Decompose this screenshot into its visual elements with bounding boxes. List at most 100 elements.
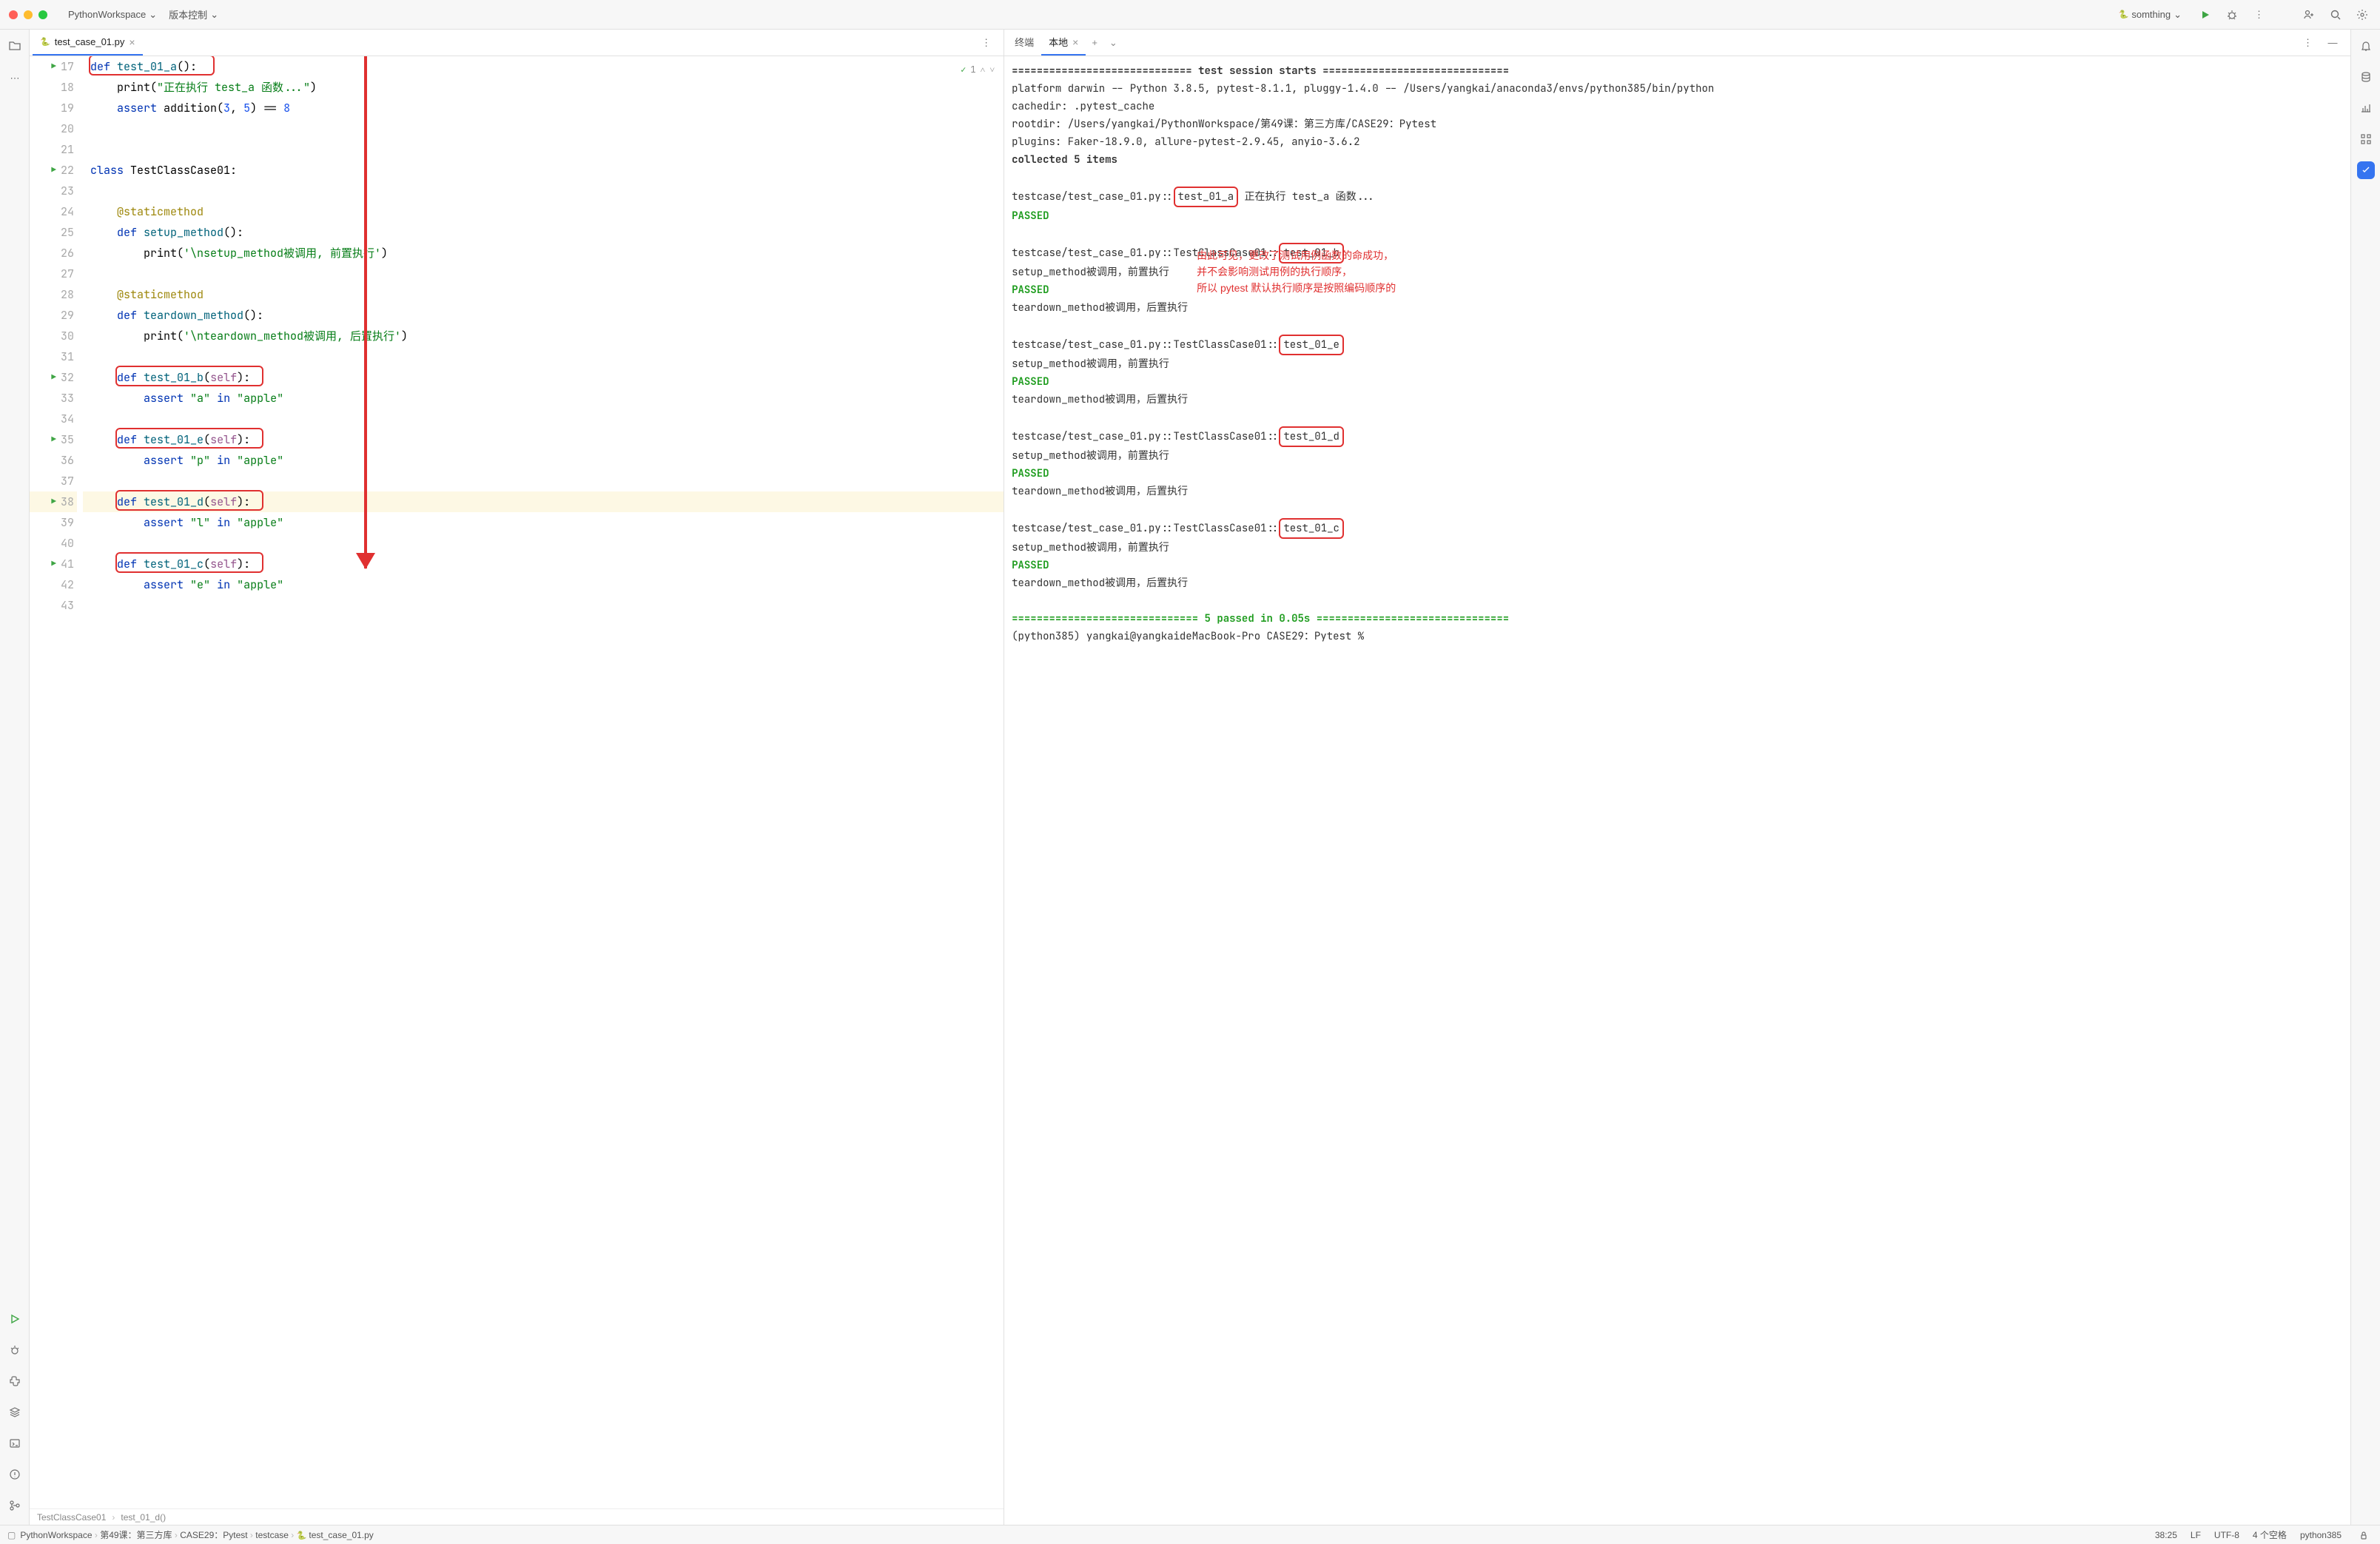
run-gutter-icon[interactable]: ▶ xyxy=(51,429,56,450)
editor-tab-bar: 🐍 test_case_01.py × ⋮ xyxy=(30,30,1004,56)
code-line[interactable]: @staticmethod xyxy=(83,201,1004,222)
breadcrumb-item[interactable]: test_01_d() xyxy=(121,1512,166,1523)
project-dropdown[interactable]: PythonWorkspace ⌄ xyxy=(62,6,163,24)
code-line[interactable]: assert "a" in "apple" xyxy=(83,388,1004,409)
run-tool-button[interactable] xyxy=(6,1310,24,1328)
run-gutter-icon[interactable]: ▶ xyxy=(51,491,56,512)
code-line[interactable] xyxy=(83,118,1004,139)
python-console-button[interactable] xyxy=(6,1372,24,1390)
interpreter[interactable]: python385 xyxy=(2300,1530,2342,1540)
code-line[interactable]: def test_01_e(self): xyxy=(83,429,1004,450)
editor-tab[interactable]: 🐍 test_case_01.py × xyxy=(33,30,143,56)
code-editor[interactable]: ▶1718192021▶22232425262728293031▶323334▶… xyxy=(30,56,1004,1508)
code-line[interactable]: @staticmethod xyxy=(83,284,1004,305)
debug-tool-button[interactable] xyxy=(6,1341,24,1359)
terminal-output[interactable]: 由此可见，更改了测试用例函数的命成功， 并不会影响测试用例的执行顺序， 所以 p… xyxy=(1004,56,2350,1525)
code-line[interactable] xyxy=(83,533,1004,554)
code-line[interactable] xyxy=(83,139,1004,160)
gutter-line: 31 xyxy=(30,346,77,367)
file-encoding[interactable]: UTF-8 xyxy=(2214,1530,2239,1540)
status-crumb[interactable]: 🐍 test_case_01.py xyxy=(297,1530,374,1540)
terminal-line: cachedir: .pytest_cache xyxy=(1012,98,2343,115)
code-line[interactable]: assert "p" in "apple" xyxy=(83,450,1004,471)
gutter-line: ▶22 xyxy=(30,160,77,181)
terminal-line xyxy=(1012,409,2343,426)
problems-button[interactable] xyxy=(6,1466,24,1483)
line-separator[interactable]: LF xyxy=(2191,1530,2201,1540)
close-window-button[interactable] xyxy=(9,10,18,19)
code-line[interactable] xyxy=(83,409,1004,429)
close-tab-button[interactable]: × xyxy=(1072,36,1078,48)
status-crumb[interactable]: testcase xyxy=(255,1530,289,1540)
code-line[interactable] xyxy=(83,181,1004,201)
code-line[interactable] xyxy=(83,346,1004,367)
code-line[interactable]: assert "l" in "apple" xyxy=(83,512,1004,533)
indent-setting[interactable]: 4 个空格 xyxy=(2253,1528,2287,1541)
sciview-button[interactable] xyxy=(2357,99,2375,117)
code-line[interactable]: print('\nteardown_method被调用, 后置执行') xyxy=(83,326,1004,346)
terminal-line: PASSED xyxy=(1012,207,2343,225)
run-button[interactable] xyxy=(2196,6,2214,24)
status-crumb[interactable]: CASE29：Pytest xyxy=(180,1530,247,1540)
terminal-line xyxy=(1012,169,2343,187)
run-gutter-icon[interactable]: ▶ xyxy=(51,367,56,388)
code-line[interactable]: assert addition(3, 5) == 8 xyxy=(83,98,1004,118)
gutter-line: ▶35 xyxy=(30,429,77,450)
code-line[interactable]: print("正在执行 test_a 函数...") xyxy=(83,77,1004,98)
services-button[interactable] xyxy=(6,1403,24,1421)
code-line[interactable]: def test_01_a(): xyxy=(83,56,1004,77)
terminal-line: PASSED xyxy=(1012,373,2343,391)
code-line[interactable]: def test_01_c(self): xyxy=(83,554,1004,574)
terminal-more-button[interactable]: ⋮ xyxy=(2299,34,2316,52)
chevron-down-icon: ⌄ xyxy=(2174,9,2182,21)
run-gutter-icon[interactable]: ▶ xyxy=(51,56,56,77)
terminal-tool-button[interactable] xyxy=(6,1434,24,1452)
code-line[interactable]: def teardown_method(): xyxy=(83,305,1004,326)
structure-button[interactable] xyxy=(2357,130,2375,148)
tab-more-button[interactable]: ⋮ xyxy=(977,34,995,52)
tab-dropdown-button[interactable]: ⌄ xyxy=(1103,37,1123,49)
minimize-window-button[interactable] xyxy=(24,10,33,19)
vcs-dropdown[interactable]: 版本控制 ⌄ xyxy=(163,4,224,24)
more-actions-button[interactable]: ⋮ xyxy=(2250,6,2268,24)
code-line[interactable] xyxy=(83,471,1004,491)
code-line[interactable]: def test_01_b(self): xyxy=(83,367,1004,388)
vcs-tool-button[interactable] xyxy=(6,1497,24,1514)
debug-button[interactable] xyxy=(2223,6,2241,24)
run-gutter-icon[interactable]: ▶ xyxy=(51,160,56,181)
database-button[interactable] xyxy=(2357,68,2375,86)
search-button[interactable] xyxy=(2327,6,2344,24)
local-tab[interactable]: 本地 × xyxy=(1041,30,1086,56)
status-crumb[interactable]: 第49课：第三方库 xyxy=(100,1530,172,1540)
terminal-pane: 终端 本地 × + ⌄ ⋮ — 由此可见，更改了测试用例函数的命成功， 并不会影… xyxy=(1004,30,2350,1525)
code-line[interactable]: assert "e" in "apple" xyxy=(83,574,1004,595)
terminal-line: testcase/test_case_01.py::TestClassCase0… xyxy=(1012,335,2343,355)
code-with-me-button[interactable] xyxy=(2300,6,2318,24)
code-line[interactable]: def setup_method(): xyxy=(83,222,1004,243)
more-tools-button[interactable]: ⋯ xyxy=(6,70,24,87)
gutter-line: ▶38 xyxy=(30,491,77,512)
project-tool-button[interactable] xyxy=(6,37,24,55)
terminal-tab[interactable]: 终端 xyxy=(1007,30,1041,56)
run-gutter-icon[interactable]: ▶ xyxy=(51,554,56,574)
run-config-dropdown[interactable]: 🐍 somthing ⌄ xyxy=(2113,6,2188,24)
settings-button[interactable] xyxy=(2353,6,2371,24)
cursor-position[interactable]: 38:25 xyxy=(2155,1530,2177,1540)
maximize-window-button[interactable] xyxy=(38,10,47,19)
code-line[interactable] xyxy=(83,595,1004,616)
code-line[interactable]: print('\nsetup_method被调用, 前置执行') xyxy=(83,243,1004,264)
code-line[interactable]: class TestClassCase01: xyxy=(83,160,1004,181)
lock-icon[interactable] xyxy=(2355,1526,2373,1544)
code-line[interactable]: def test_01_d(self): xyxy=(83,491,1004,512)
breadcrumb-item[interactable]: TestClassCase01 xyxy=(37,1512,106,1523)
code-line[interactable] xyxy=(83,264,1004,284)
close-tab-button[interactable]: × xyxy=(129,36,135,48)
inspection-widget[interactable]: ✓ 1 ˄ ˅ xyxy=(961,59,995,80)
status-crumb[interactable]: PythonWorkspace xyxy=(20,1530,92,1540)
minimize-panel-button[interactable]: — xyxy=(2324,34,2342,52)
terminal-line: teardown_method被调用，后置执行 xyxy=(1012,483,2343,500)
notifications-button[interactable] xyxy=(2357,37,2375,55)
ai-assistant-button[interactable] xyxy=(2357,161,2375,179)
add-tab-button[interactable]: + xyxy=(1086,37,1103,48)
terminal-line xyxy=(1012,592,2343,610)
